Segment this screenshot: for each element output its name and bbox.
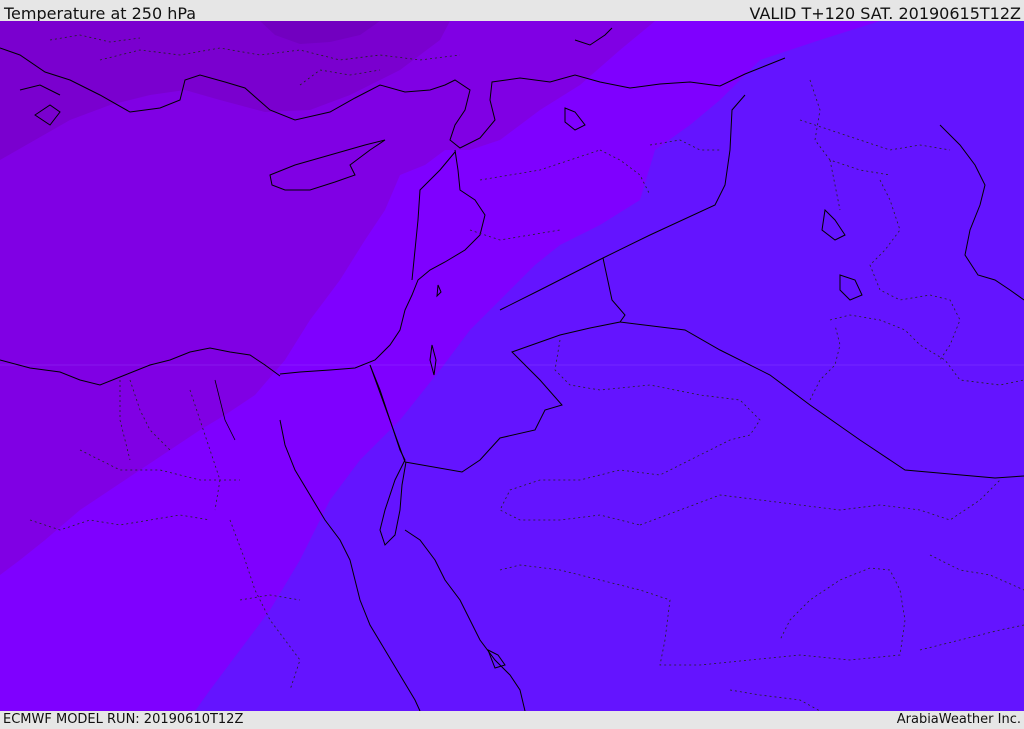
weather-map-frame: Temperature at 250 hPa VALID T+120 SAT. … <box>0 0 1024 729</box>
temperature-map-svg <box>0 21 1024 711</box>
map-canvas <box>0 21 1024 711</box>
header-bar: Temperature at 250 hPa VALID T+120 SAT. … <box>0 0 1024 23</box>
footer-bar: ECMWF MODEL RUN: 20190610T12Z ArabiaWeat… <box>0 711 1024 729</box>
model-run-label: ECMWF MODEL RUN: 20190610T12Z <box>3 712 244 727</box>
credit-label: ArabiaWeather Inc. <box>896 712 1021 727</box>
